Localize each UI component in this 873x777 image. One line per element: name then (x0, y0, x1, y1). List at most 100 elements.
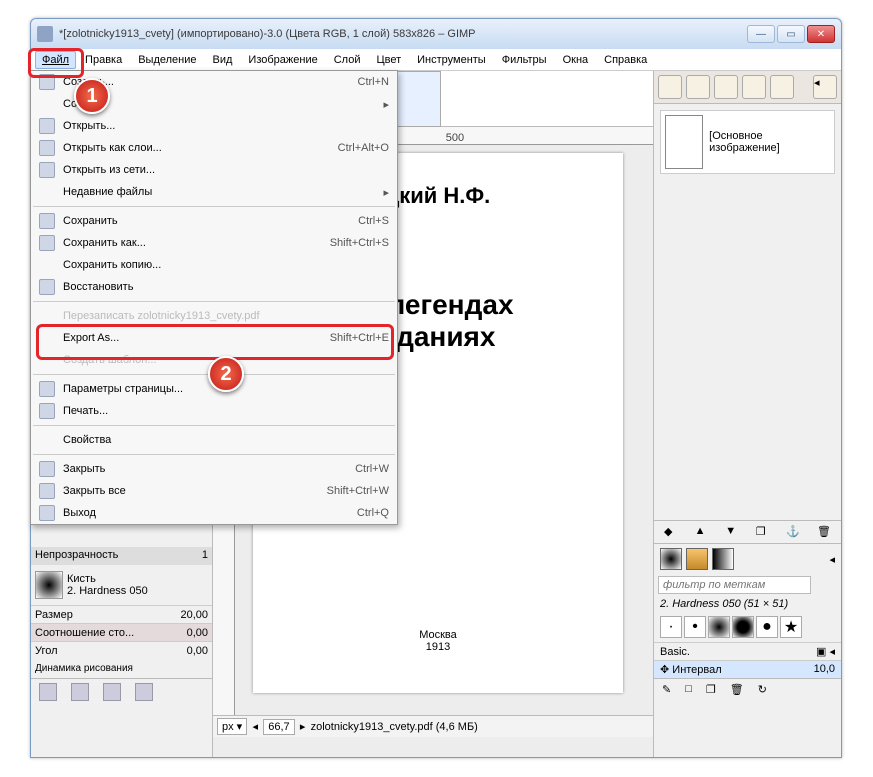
trash-icon[interactable]: 🗑 (817, 525, 831, 539)
misc-tab-icon[interactable] (770, 75, 794, 99)
menu-item-properties[interactable]: Свойства (31, 429, 397, 451)
menu-select[interactable]: Выделение (131, 51, 203, 69)
aspect-label: Соотношение сто... (35, 627, 134, 639)
maximize-button[interactable]: ▭ (777, 25, 805, 43)
brush-row[interactable]: Кисть 2. Hardness 050 (31, 565, 212, 605)
menu-color[interactable]: Цвет (369, 51, 408, 69)
brush-preset-6[interactable]: ★ (780, 616, 802, 638)
close-button[interactable]: ✕ (807, 25, 835, 43)
minimize-button[interactable]: — (747, 25, 775, 43)
basic-row[interactable]: Basic. ▣ ◂ (654, 642, 841, 660)
quit-icon (39, 505, 55, 521)
menu-view[interactable]: Вид (206, 51, 240, 69)
dup-brush-icon[interactable]: ❐ (706, 683, 716, 696)
menu-item-new[interactable]: Создать...Ctrl+N (31, 71, 397, 93)
menu-help[interactable]: Справка (597, 51, 654, 69)
brush-preset-3[interactable] (708, 616, 730, 638)
basic-menu-icon[interactable]: ▣ ◂ (816, 645, 835, 658)
file-menu: Создать...Ctrl+N Создать▸ Открыть... Отк… (30, 70, 398, 525)
down-icon[interactable]: ▼ (725, 525, 739, 539)
brush-preset-5[interactable]: ● (756, 616, 778, 638)
undo-tab-icon[interactable] (742, 75, 766, 99)
status-file: zolotnicky1913_cvety.pdf (4,6 МБ) (311, 721, 649, 733)
menu-item-recent[interactable]: Недавние файлы▸ (31, 181, 397, 203)
window-title: *[zolotnicky1913_cvety] (импортировано)-… (59, 28, 747, 40)
dup-icon[interactable]: ❐ (756, 525, 770, 539)
menu-item-create-template[interactable]: Создать шаблон... (31, 349, 397, 371)
brush-presets: · • ● ★ (654, 612, 841, 642)
size-row[interactable]: Размер 20,00 (31, 605, 212, 623)
menu-item-quit[interactable]: ВыходCtrl+Q (31, 502, 397, 524)
refresh-brush-icon[interactable]: ↻ (758, 683, 767, 696)
brush-preset-2[interactable]: • (684, 616, 706, 638)
layers-tab-icon[interactable] (658, 75, 682, 99)
menu-item-create[interactable]: Создать▸ (31, 93, 397, 115)
del-brush-icon[interactable]: 🗑 (730, 683, 744, 696)
zoom-up-icon[interactable]: ▸ (299, 720, 307, 733)
interval-row[interactable]: ✥ Интервал 10,0 (654, 660, 841, 678)
brush-swatch-icon[interactable] (660, 548, 682, 570)
menu-item-close[interactable]: ЗакрытьCtrl+W (31, 458, 397, 480)
menu-edit[interactable]: Правка (78, 51, 129, 69)
menu-filters[interactable]: Фильтры (495, 51, 554, 69)
menu-item-open[interactable]: Открыть... (31, 115, 397, 137)
menu-layer[interactable]: Слой (327, 51, 368, 69)
panel-menu-icon[interactable]: ◂ (813, 75, 837, 99)
swatch-menu-icon[interactable]: ◂ (829, 553, 835, 566)
menu-tools[interactable]: Инструменты (410, 51, 493, 69)
opacity-value: 1 (202, 549, 208, 563)
gradient-swatch-icon[interactable] (712, 548, 734, 570)
save-as-icon (39, 235, 55, 251)
reload-icon[interactable] (135, 683, 153, 701)
edit-brush-icon[interactable]: ✎ (662, 683, 671, 696)
menu-item-print[interactable]: Печать... (31, 400, 397, 422)
reset-icon[interactable] (71, 683, 89, 701)
angle-row[interactable]: Угол 0,00 (31, 641, 212, 659)
menu-item-close-all[interactable]: Закрыть всеShift+Ctrl+W (31, 480, 397, 502)
brush-thumb-icon[interactable] (35, 571, 63, 599)
pattern-swatch-icon[interactable] (686, 548, 708, 570)
menu-image[interactable]: Изображение (241, 51, 324, 69)
dynamics-row[interactable]: Динамика рисования (31, 659, 212, 678)
anchor-icon[interactable]: ⚓ (786, 525, 800, 539)
brush-preset-1[interactable]: · (660, 616, 682, 638)
paths-tab-icon[interactable] (714, 75, 738, 99)
filter-input[interactable] (658, 576, 811, 594)
diamond-icon[interactable]: ◆ (664, 525, 678, 539)
print-icon (39, 403, 55, 419)
globe-icon (39, 162, 55, 178)
zoom-value[interactable]: 66,7 (263, 719, 294, 735)
menu-item-revert[interactable]: Восстановить (31, 276, 397, 298)
menu-item-save-as[interactable]: Сохранить как...Shift+Ctrl+S (31, 232, 397, 254)
delete-icon[interactable] (103, 683, 121, 701)
up-icon[interactable]: ▲ (695, 525, 709, 539)
new-brush-icon[interactable]: □ (685, 683, 692, 696)
layer-action-icons: ◆ ▲ ▼ ❐ ⚓ 🗑 (654, 520, 841, 543)
layer-thumb-icon (665, 115, 703, 169)
revert-icon (39, 279, 55, 295)
opacity-row[interactable]: Непрозрачность 1 (31, 547, 212, 565)
menu-windows[interactable]: Окна (556, 51, 596, 69)
channels-tab-icon[interactable] (686, 75, 710, 99)
opacity-label: Непрозрачность (35, 549, 118, 563)
menu-file[interactable]: Файл (35, 51, 76, 69)
menu-item-save[interactable]: СохранитьCtrl+S (31, 210, 397, 232)
titlebar: *[zolotnicky1913_cvety] (импортировано)-… (31, 19, 841, 49)
open-layers-icon (39, 140, 55, 156)
aspect-row[interactable]: Соотношение сто... 0,00 (31, 623, 212, 641)
menu-item-export-as[interactable]: Export As...Shift+Ctrl+E (31, 327, 397, 349)
save-icon (39, 213, 55, 229)
menu-item-save-copy[interactable]: Сохранить копию... (31, 254, 397, 276)
brush-preset-4[interactable] (732, 616, 754, 638)
zoom-down-icon[interactable]: ◂ (251, 720, 259, 733)
menu-item-overwrite[interactable]: Перезаписать zolotnicky1913_cvety.pdf (31, 305, 397, 327)
layer-label: [Основное изображение] (709, 130, 830, 154)
unit-selector[interactable]: px ▾ (217, 718, 247, 735)
layer-row[interactable]: [Основное изображение] (660, 110, 835, 174)
layers-panel: ◂ [Основное изображение] ◆ ▲ ▼ ❐ ⚓ 🗑 (653, 71, 841, 757)
menu-item-open-layers[interactable]: Открыть как слои...Ctrl+Alt+O (31, 137, 397, 159)
options-icon[interactable] (39, 683, 57, 701)
brush-label: Кисть (67, 573, 148, 585)
menu-item-page-setup[interactable]: Параметры страницы... (31, 378, 397, 400)
menu-item-open-location[interactable]: Открыть из сети... (31, 159, 397, 181)
